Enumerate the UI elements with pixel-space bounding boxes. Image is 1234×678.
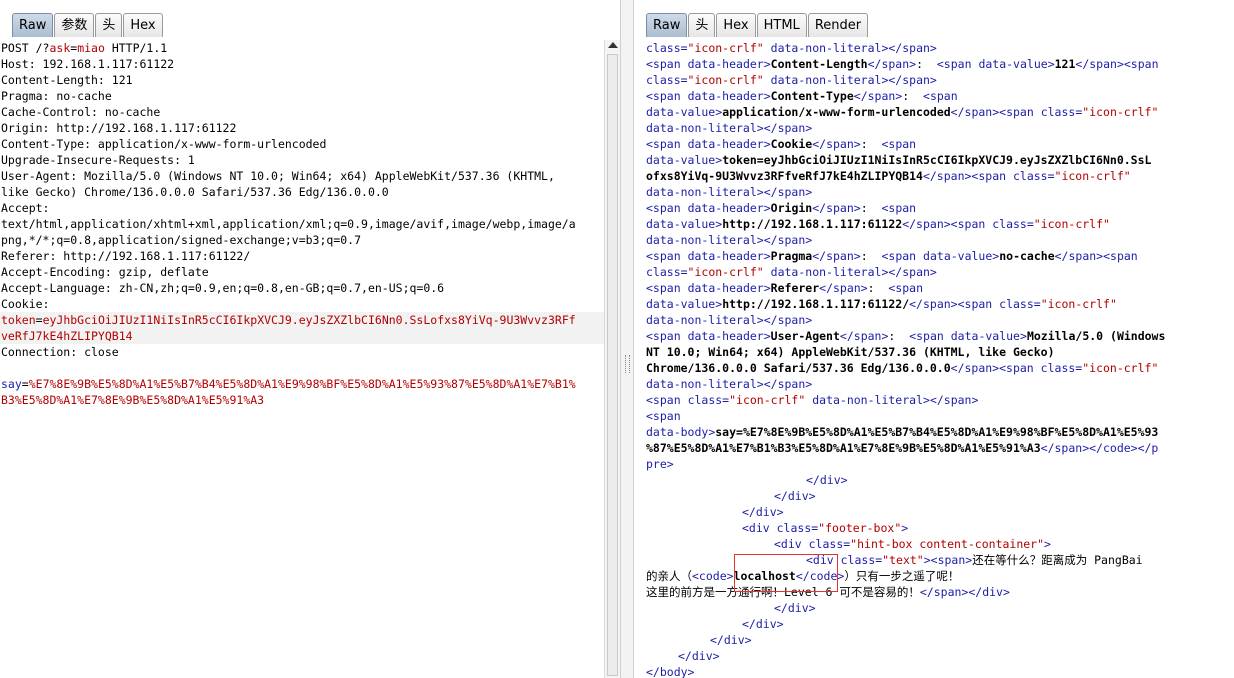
code-line: class="icon-crlf" data-non-literal></spa…: [646, 265, 937, 279]
code-line: <span: [646, 409, 681, 423]
response-editor[interactable]: class="icon-crlf" data-non-literal></spa…: [634, 40, 1234, 678]
header-host: Host: 192.168.1.117:61122: [1, 57, 175, 71]
tab-headers[interactable]: 头: [688, 13, 716, 37]
code-line: data-value>http://192.168.1.117:61122</s…: [646, 217, 1110, 231]
cookie-value: token=eyJhbGciOiJIUzI1NiIsInR5cCI6IkpXVC…: [0, 312, 604, 328]
header-cache-control: Cache-Control: no-cache: [1, 105, 161, 119]
code-line: ofxs8YiVq-9U3Wvvz3RFfveRfJ7kE4hZLIPYQB14…: [646, 169, 1131, 183]
code-line: Chrome/136.0.0.0 Safari/537.36 Edg/136.0…: [646, 361, 1159, 375]
code-line: data-non-literal></span>: [646, 377, 813, 391]
pane-splitter[interactable]: [620, 0, 634, 678]
tab-params[interactable]: 参数: [54, 13, 95, 37]
code-line: </div>: [774, 601, 816, 615]
code-line: <span data-header>Pragma</span>: <span d…: [646, 249, 1138, 263]
header-accept: Accept:: [1, 201, 50, 215]
code-line: data-body>say=%E7%8E%9B%E5%8D%A1%E5%B7%B…: [646, 425, 1159, 439]
tab-hex[interactable]: Hex: [123, 13, 163, 37]
code-line: data-value>application/x-www-form-urlenc…: [646, 105, 1159, 119]
splitter-grip-icon[interactable]: [625, 355, 630, 373]
code-line: </div>: [774, 489, 816, 503]
code-line: class="icon-crlf" data-non-literal></spa…: [646, 41, 937, 55]
header-origin: Origin: http://192.168.1.117:61122: [1, 121, 237, 135]
request-tab-bar: Raw 参数 头 Hex: [0, 0, 620, 40]
cookie-value-cont: veRfJ7kE4hZLIPYQB14: [0, 328, 604, 344]
code-line: <span data-header>Content-Length</span>:…: [646, 57, 1159, 71]
tab-raw[interactable]: Raw: [12, 13, 54, 37]
response-pane: Raw 头 Hex HTML Render class="icon-crlf" …: [634, 0, 1234, 678]
header-user-agent-cont: like Gecko) Chrome/136.0.0.0 Safari/537.…: [1, 185, 389, 199]
scroll-thumb[interactable]: [607, 54, 618, 676]
tab-render[interactable]: Render: [807, 13, 869, 37]
code-line: data-non-literal></span>: [646, 121, 813, 135]
code-line: <div class="hint-box content-container">: [774, 537, 1051, 551]
code-line: data-non-literal></span>: [646, 233, 813, 247]
code-line: %87%E5%8D%A1%E7%B1%B3%E5%8D%A1%E7%8E%9B%…: [646, 441, 1159, 455]
code-line: </body>: [646, 665, 695, 678]
code-line: <span data-header>Referer</span>: <span: [646, 281, 924, 295]
tab-raw[interactable]: Raw: [646, 13, 688, 37]
code-line: <span data-header>Origin</span>: <span: [646, 201, 917, 215]
code-line: 这里的前方是一方通行啊！Level 6 可不是容易的！</span></div>: [646, 585, 1010, 599]
highlight-box: [734, 554, 838, 592]
request-editor[interactable]: POST /?ask=miao HTTP/1.1 Host: 192.168.1…: [0, 40, 604, 678]
code-line: pre>: [646, 457, 674, 471]
code-line: </div>: [678, 649, 720, 663]
code-line: data-value>token=eyJhbGciOiJIUzI1NiIsInR…: [646, 153, 1152, 167]
body-line-cont: B3%E5%8D%A1%E7%8E%9B%E5%8D%A1%E5%91%A3: [1, 393, 265, 407]
header-pragma: Pragma: no-cache: [1, 89, 112, 103]
code-line: </div>: [806, 473, 848, 487]
code-line: data-non-literal></span>: [646, 185, 813, 199]
tab-html[interactable]: HTML: [756, 13, 807, 37]
tab-headers[interactable]: 头: [95, 13, 123, 37]
request-pane: Raw 参数 头 Hex POST /?ask=miao HTTP/1.1 Ho…: [0, 0, 620, 678]
header-upgrade: Upgrade-Insecure-Requests: 1: [1, 153, 195, 167]
header-accept-value-cont: png,*/*;q=0.8,application/signed-exchang…: [1, 233, 362, 247]
header-connection: Connection: close: [1, 345, 119, 359]
header-referer: Referer: http://192.168.1.117:61122/: [1, 249, 251, 263]
code-line: <span data-header>Content-Type</span>: <…: [646, 89, 958, 103]
header-accept-value: text/html,application/xhtml+xml,applicat…: [1, 217, 576, 231]
code-line: <span class="icon-crlf" data-non-literal…: [646, 393, 979, 407]
header-content-length: Content-Length: 121: [1, 73, 133, 87]
code-line: <div class="footer-box">: [742, 521, 909, 535]
request-line: POST /?ask=miao HTTP/1.1: [1, 41, 168, 55]
header-user-agent: User-Agent: Mozilla/5.0 (Windows NT 10.0…: [1, 169, 555, 183]
response-tab-bar: Raw 头 Hex HTML Render: [634, 0, 1234, 40]
code-line: </div>: [710, 633, 752, 647]
code-line: class="icon-crlf" data-non-literal></spa…: [646, 73, 937, 87]
header-accept-language: Accept-Language: zh-CN,zh;q=0.9,en;q=0.8…: [1, 281, 445, 295]
code-line: data-value>http://192.168.1.117:61122/</…: [646, 297, 1117, 311]
code-line: </div>: [742, 505, 784, 519]
code-line: <div class="text"><span>还在等什么？距离成为 PangB…: [806, 553, 1143, 567]
code-line: <span data-header>Cookie</span>: <span: [646, 137, 917, 151]
request-scrollbar[interactable]: [604, 40, 620, 678]
code-line: data-non-literal></span>: [646, 313, 813, 327]
header-accept-encoding: Accept-Encoding: gzip, deflate: [1, 265, 209, 279]
code-line: 的亲人（<code>localhost</code>）只有一步之遥了呢！: [646, 569, 960, 583]
code-line: </div>: [742, 617, 784, 631]
body-line: say=%E7%8E%9B%E5%8D%A1%E5%B7%B4%E5%8D%A1…: [1, 377, 576, 391]
code-line: NT 10.0; Win64; x64) AppleWebKit/537.36 …: [646, 345, 1055, 359]
code-line: <span data-header>User-Agent</span>: <sp…: [646, 329, 1166, 343]
tab-hex[interactable]: Hex: [716, 13, 756, 37]
header-content-type: Content-Type: application/x-www-form-url…: [1, 137, 327, 151]
header-cookie: Cookie:: [1, 297, 50, 311]
scroll-up-arrow-icon[interactable]: [608, 42, 618, 48]
